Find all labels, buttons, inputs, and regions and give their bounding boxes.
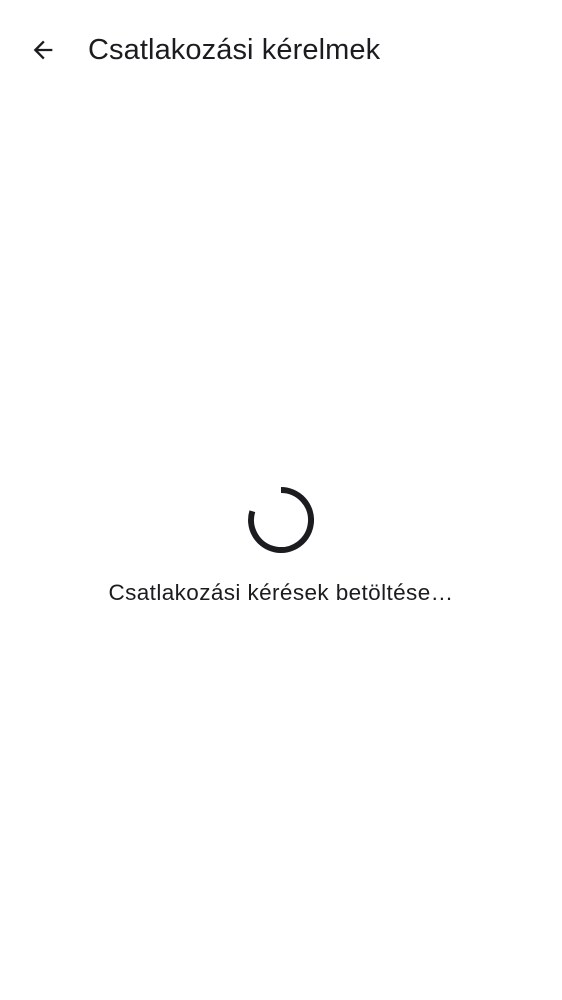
progress-spinner-icon — [248, 487, 314, 553]
arrow-back-icon — [29, 36, 57, 64]
top-app-bar: Csatlakozási kérelmek — [0, 0, 562, 100]
loading-message: Csatlakozási kérések betöltése… — [108, 580, 454, 605]
app-screen: Csatlakozási kérelmek Csatlakozási kérés… — [0, 0, 562, 1000]
page-title: Csatlakozási kérelmek — [88, 34, 381, 66]
back-button[interactable] — [19, 26, 67, 74]
